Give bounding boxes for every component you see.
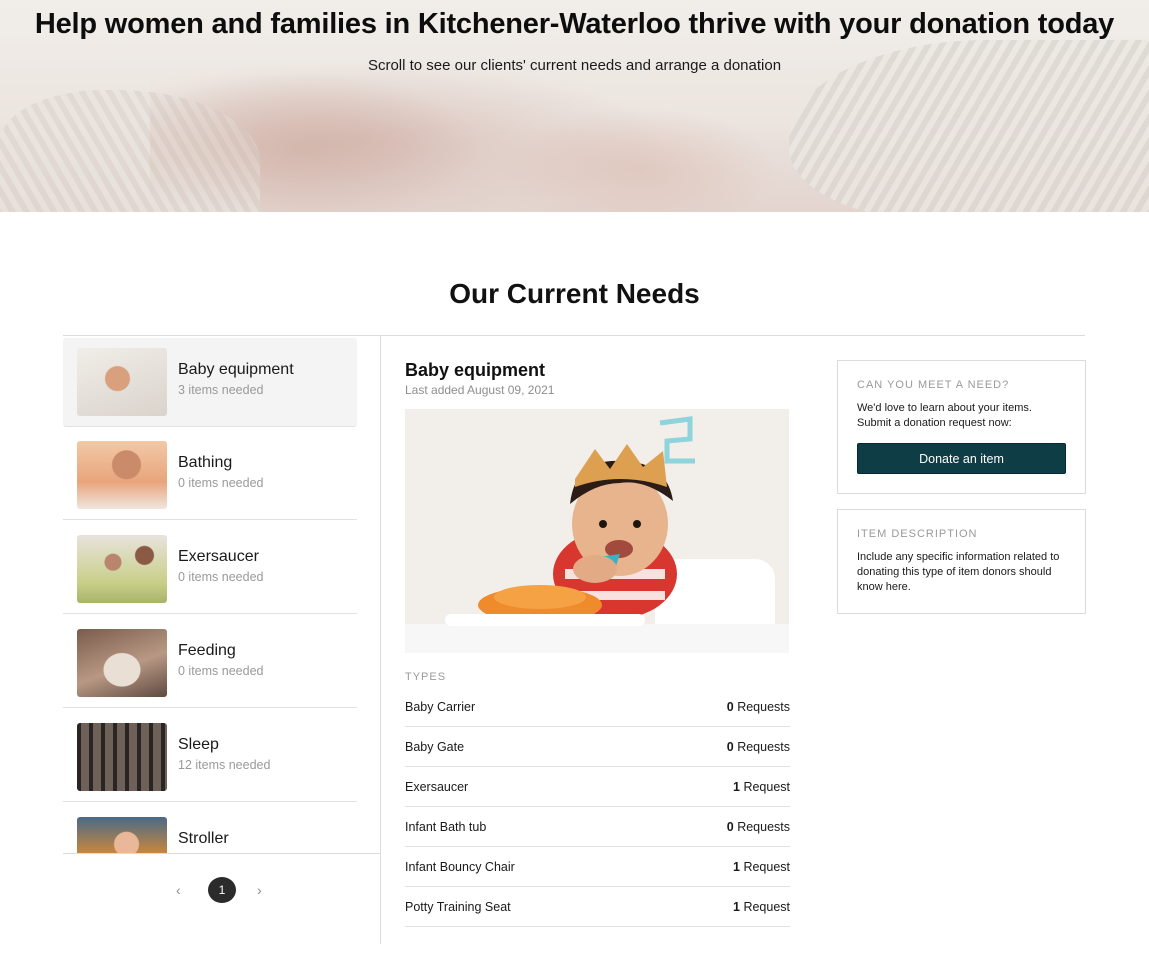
category-item-exersaucer[interactable]: Exersaucer 0 items needed [63, 525, 357, 614]
category-count: 3 items needed [178, 383, 264, 397]
category-name: Feeding [178, 642, 236, 659]
type-name: Baby Carrier [405, 700, 476, 714]
category-count: 0 items needed [178, 570, 264, 584]
category-count: 12 items needed [178, 758, 271, 772]
type-row: Exersaucer 1 Request [405, 767, 790, 807]
hero-subtitle: Scroll to see our clients' current needs… [367, 57, 782, 74]
category-item-feeding[interactable]: Feeding 0 items needed [63, 619, 357, 708]
detail-last-added: Last added August 09, 2021 [405, 383, 555, 397]
type-row: Infant Bath tub 0 Requests [405, 807, 790, 847]
type-request-count: 0 Requests [726, 700, 790, 714]
detail-image [405, 409, 789, 653]
divider [63, 335, 1085, 336]
pagination-page-1[interactable]: 1 [208, 877, 236, 903]
category-name: Stroller [178, 830, 229, 847]
meet-need-card-text: We'd love to learn about your items. [857, 402, 1032, 414]
category-name: Bathing [178, 454, 233, 471]
meet-need-card-title: CAN YOU MEET A NEED? [857, 379, 1010, 391]
category-item-sleep[interactable]: Sleep 12 items needed [63, 713, 357, 802]
item-description-title: ITEM DESCRIPTION [857, 528, 978, 540]
type-request-count: 1 Request [733, 780, 790, 794]
type-row: Infant Bouncy Chair 1 Request [405, 847, 790, 887]
category-name: Sleep [178, 736, 219, 753]
type-row: Baby Carrier 0 Requests [405, 687, 790, 727]
category-count: 0 items needed [178, 664, 264, 678]
divider [63, 853, 380, 854]
type-name: Infant Bath tub [405, 820, 487, 834]
pagination-next-button[interactable]: › [257, 882, 262, 898]
column-divider [380, 336, 381, 944]
type-request-count: 0 Requests [726, 820, 790, 834]
donate-item-button[interactable]: Donate an item [857, 443, 1066, 474]
item-description-text: Include any specific information related… [857, 551, 1060, 563]
detail-title: Baby equipment [405, 360, 546, 380]
pagination-prev-button[interactable]: ‹ [176, 882, 181, 898]
type-name: Potty Training Seat [405, 900, 511, 914]
hero-sleeping-baby-image [150, 60, 670, 212]
baby-in-high-chair-illustration [405, 409, 789, 653]
category-thumbnail [77, 817, 167, 853]
section-title: Our Current Needs [449, 278, 700, 309]
category-thumbnail [77, 723, 167, 791]
category-thumbnail [77, 441, 167, 509]
types-list: Baby Carrier 0 Requests Baby Gate 0 Requ… [405, 687, 790, 927]
type-request-count: 1 Request [733, 860, 790, 874]
type-request-count: 1 Request [733, 900, 790, 914]
category-thumbnail [77, 535, 167, 603]
category-item-baby-equipment[interactable]: Baby equipment 3 items needed [63, 338, 357, 427]
meet-need-card-text: Submit a donation request now: [857, 417, 1012, 429]
item-description-text: donating this type of item donors should [857, 566, 1052, 578]
item-description-card: ITEM DESCRIPTION Include any specific in… [837, 509, 1086, 614]
category-thumbnail [77, 629, 167, 697]
type-row: Baby Gate 0 Requests [405, 727, 790, 767]
category-name: Exersaucer [178, 548, 259, 565]
types-label: TYPES [405, 671, 447, 683]
type-name: Exersaucer [405, 780, 469, 794]
hero-title: Help women and families in Kitchener-Wat… [34, 8, 1115, 40]
meet-need-card: CAN YOU MEET A NEED? We'd love to learn … [837, 360, 1086, 494]
item-description-text: know here. [857, 581, 911, 593]
category-list[interactable]: Baby equipment 3 items needed Bathing 0 … [63, 337, 357, 853]
category-count: 0 items needed [178, 476, 264, 490]
type-request-count: 0 Requests [726, 740, 790, 754]
category-item-stroller[interactable]: Stroller [63, 807, 357, 853]
category-name: Baby equipment [178, 361, 294, 378]
category-thumbnail [77, 348, 167, 416]
type-name: Infant Bouncy Chair [405, 860, 515, 874]
type-row: Potty Training Seat 1 Request [405, 887, 790, 927]
hero-banner: Help women and families in Kitchener-Wat… [0, 0, 1149, 212]
category-item-bathing[interactable]: Bathing 0 items needed [63, 431, 357, 520]
type-name: Baby Gate [405, 740, 465, 754]
